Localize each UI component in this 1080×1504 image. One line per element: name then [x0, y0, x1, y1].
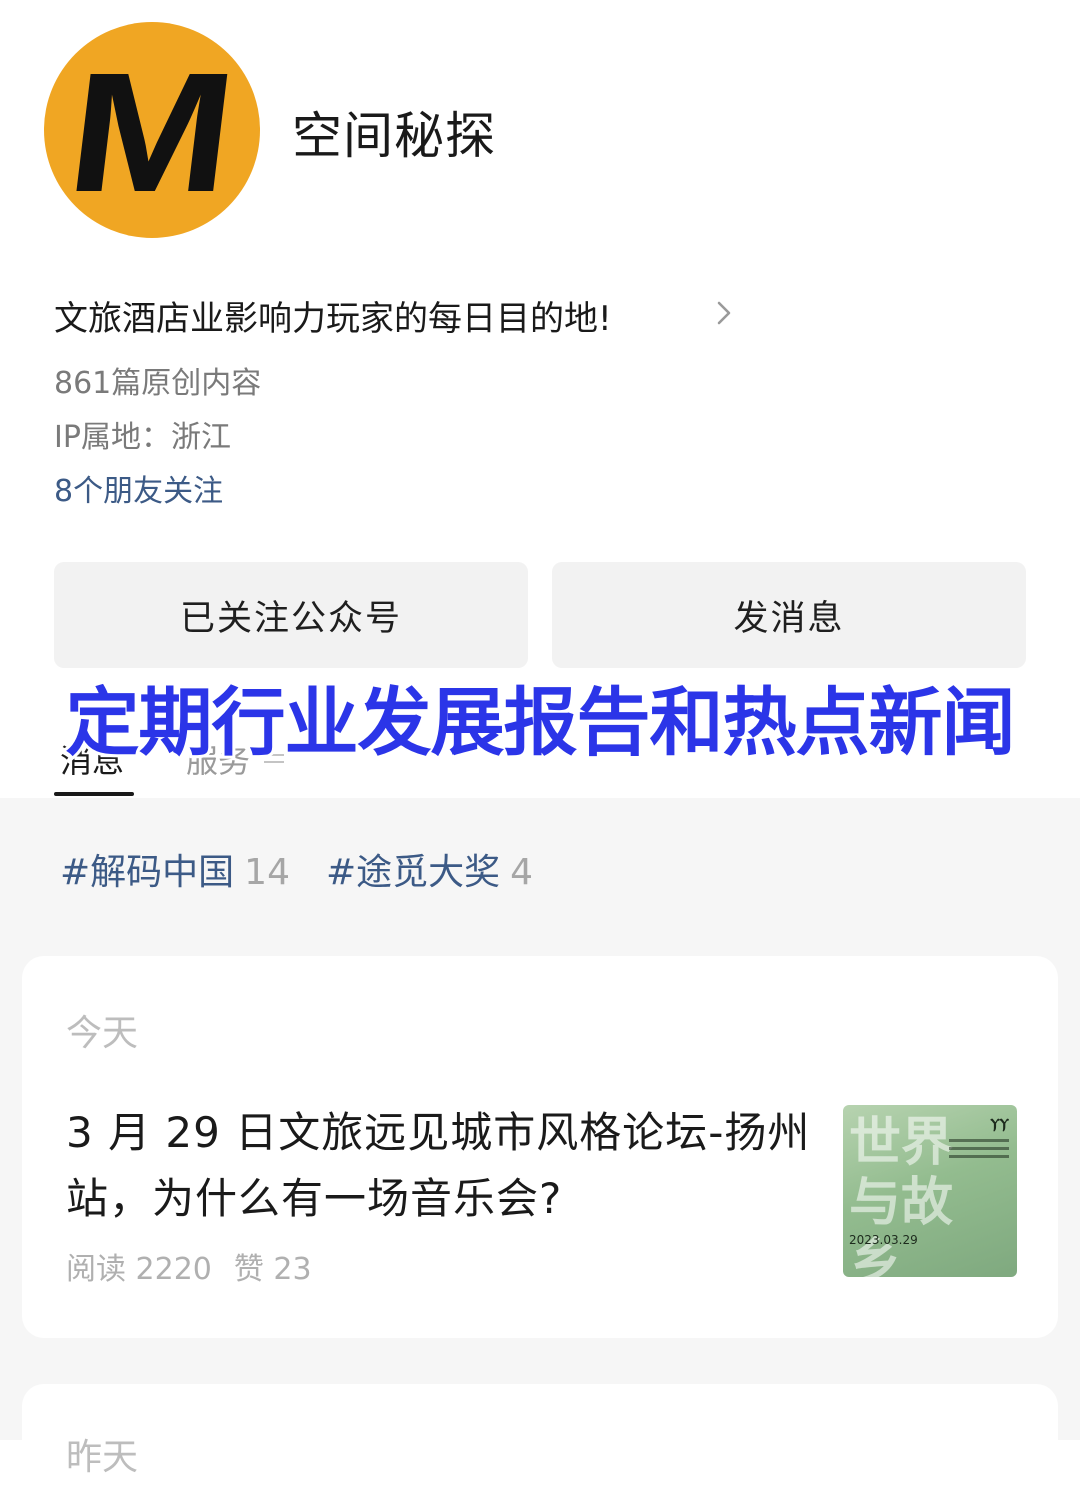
- date-label: 今天: [66, 1013, 139, 1054]
- article-thumbnail[interactable]: 世界与故乡 ⲩⲩ 2023.03.29: [843, 1105, 1017, 1277]
- feed-card-yesterday: [22, 1384, 1058, 1504]
- active-tab-indicator: [54, 792, 134, 796]
- article-stats: 阅读 2220 赞 23: [66, 1244, 312, 1288]
- tag-count: 14: [244, 852, 290, 893]
- original-count: 861篇原创内容: [54, 366, 262, 401]
- tag-label: #解码中国: [60, 852, 235, 893]
- tag-tumi-award[interactable]: #途觅大奖 4: [326, 843, 533, 895]
- like-count: 赞 23: [233, 1252, 312, 1287]
- friends-following-link[interactable]: 8个朋友关注: [54, 466, 223, 510]
- chevron-right-icon: [717, 301, 731, 325]
- tag-decode-china[interactable]: #解码中国 14: [60, 843, 290, 895]
- article-title[interactable]: 3 月 29 日文旅远见城市风格论坛-扬州站，为什么有一场音乐会?: [66, 1100, 816, 1232]
- overlay-caption: 定期行业发展报告和热点新闻: [63, 677, 1019, 769]
- avatar[interactable]: M: [44, 22, 260, 238]
- avatar-letter: M: [59, 38, 245, 228]
- bio-text: 文旅酒店业影响力玩家的每日目的地!: [54, 298, 612, 339]
- tag-label: #途觅大奖: [326, 852, 501, 893]
- thumbnail-calligraphy: 世界与故乡: [849, 1112, 954, 1278]
- tag-count: 4: [510, 852, 534, 893]
- date-label: 昨天: [66, 1437, 139, 1478]
- send-message-button[interactable]: 发消息: [552, 562, 1026, 668]
- thumbnail-logo-icon: ⲩⲩ: [990, 1111, 1009, 1132]
- thumbnail-text-lines: [949, 1139, 1009, 1163]
- followed-account-button[interactable]: 已关注公众号: [54, 562, 528, 668]
- read-count: 阅读 2220: [66, 1252, 212, 1287]
- bio-row[interactable]: 文旅酒店业影响力玩家的每日目的地!: [54, 290, 744, 340]
- thumbnail-date: 2023.03.29: [849, 1233, 918, 1247]
- ip-location: IP属地：浙江: [54, 420, 231, 455]
- account-name: 空间秘探: [292, 107, 496, 165]
